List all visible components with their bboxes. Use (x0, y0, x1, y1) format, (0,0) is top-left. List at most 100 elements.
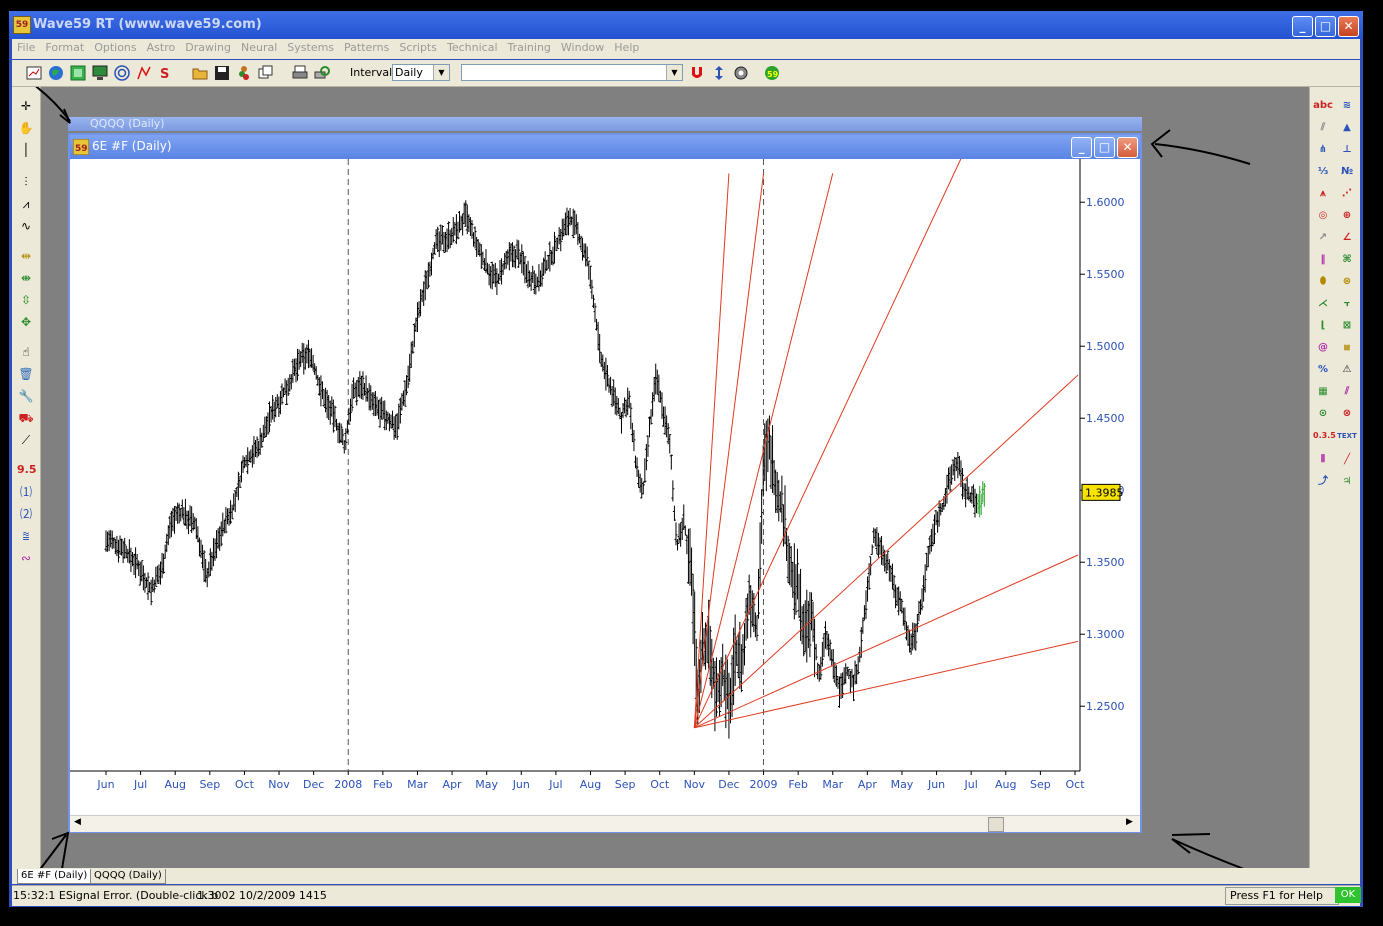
monitor-icon[interactable] (92, 65, 108, 81)
print-preview-icon[interactable] (314, 65, 330, 81)
ruler-icon[interactable]: ⟋ (17, 431, 35, 449)
expand-v-icon[interactable]: ⇳ (17, 291, 35, 309)
cycle-icon[interactable]: ∾ (17, 549, 35, 567)
text-abc-icon[interactable]: abc (1313, 97, 1333, 115)
status-message[interactable]: 15:32:1 ESignal Error. (Double-click b (13, 889, 218, 902)
compress-h-icon[interactable]: ⇼ (17, 269, 35, 287)
spiral-icon[interactable]: @ (1313, 339, 1333, 357)
scroll-thumb[interactable] (988, 817, 1004, 832)
vertical-line-icon[interactable]: │ (17, 141, 35, 159)
percent-icon[interactable]: % (1313, 361, 1333, 379)
vertical-arrows-icon[interactable] (711, 65, 727, 81)
hand-icon[interactable]: ✋ (17, 119, 35, 137)
symbol-select[interactable]: ▼ (461, 64, 683, 81)
truck-icon[interactable]: ⛟ (17, 409, 35, 427)
circle-target-icon[interactable]: ◎ (1313, 207, 1333, 225)
menu-neural[interactable]: Neural (236, 39, 282, 54)
trendline-icon[interactable]: ╱ (1337, 451, 1357, 469)
channel-icon[interactable]: ⫽ (1337, 383, 1357, 401)
zigzag-icon[interactable]: ⩚ (1313, 185, 1333, 203)
wave-count-icon[interactable]: 9.5 (17, 461, 37, 479)
new-chart-icon[interactable] (26, 65, 42, 81)
settings-icon[interactable] (733, 65, 749, 81)
projection-icon[interactable]: ⤴ (1313, 473, 1333, 491)
bars-icon[interactable]: ⫶ (17, 173, 35, 191)
chart-minimize-button[interactable]: _ (1071, 137, 1092, 158)
drawing-tool-icon[interactable] (136, 65, 152, 81)
ellipse-fill-icon[interactable]: ⬮ (1313, 273, 1333, 291)
parallel-lines-icon[interactable]: ⫽ (1313, 119, 1333, 137)
qqqq-window-titlebar[interactable]: QQQQ (Daily) (68, 117, 1142, 131)
horizontal-scrollbar[interactable]: ◀ ▶ (70, 815, 1140, 832)
label-123-icon[interactable]: ⅓ (1313, 163, 1333, 181)
pattern-icon[interactable]: ⩰ (17, 527, 35, 545)
text-label-icon[interactable]: TEXT (1337, 427, 1357, 445)
minimize-button[interactable]: _ (1292, 16, 1313, 37)
chevron-down-icon[interactable]: ▼ (666, 65, 682, 80)
menu-systems[interactable]: Systems (282, 39, 339, 54)
square-nine-icon[interactable]: ⌘ (1337, 251, 1357, 269)
app-titlebar[interactable]: 59 Wave59 RT (www.wave59.com) _ □ ✕ (9, 11, 1363, 39)
trend-icon[interactable]: ↗ (1313, 229, 1333, 247)
menu-file[interactable]: File (12, 39, 40, 54)
windows-icon[interactable] (258, 65, 274, 81)
open-folder-icon[interactable] (192, 65, 208, 81)
wave-label-2-icon[interactable]: ⑵ (17, 505, 35, 523)
tab-qqqq-daily[interactable]: QQQQ (Daily) (90, 869, 166, 884)
andrews-pitchfork-icon[interactable]: ⋔ (1313, 141, 1333, 159)
ellipse-icon[interactable]: ⊕ (1337, 207, 1357, 225)
expand-h-icon[interactable]: ⇹ (17, 247, 35, 265)
interval-select[interactable]: Daily ▼ (392, 64, 450, 81)
menu-patterns[interactable]: Patterns (339, 39, 394, 54)
trash-icon[interactable]: 🗑 (17, 365, 35, 383)
fib-retrace-icon[interactable]: ≋ (1337, 97, 1357, 115)
number-label-icon[interactable]: 0.3.5 (1313, 427, 1336, 445)
save-icon[interactable] (214, 65, 230, 81)
chart-maximize-button[interactable]: □ (1094, 137, 1115, 158)
magnet-icon[interactable] (689, 65, 705, 81)
crosshair-icon[interactable]: ✛ (17, 97, 35, 115)
line-chart-icon[interactable]: ∿ (17, 217, 35, 235)
arrow-up-icon[interactable]: ▲ (1337, 119, 1357, 137)
menu-options[interactable]: Options (89, 39, 141, 54)
pointer-icon[interactable]: ☝ (17, 343, 35, 361)
grid-icon[interactable] (70, 65, 86, 81)
menu-scripts[interactable]: Scripts (394, 39, 442, 54)
label-n123-icon[interactable]: № (1337, 163, 1357, 181)
compress-v-icon[interactable]: ✥ (17, 313, 35, 331)
angle-icon[interactable]: ∠ (1337, 229, 1357, 247)
scroll-left-icon[interactable]: ◀ (74, 817, 81, 827)
triangle-icon[interactable]: ⚠ (1337, 361, 1357, 379)
stack-icon[interactable] (236, 65, 252, 81)
wave-label-1-icon[interactable]: ⑴ (17, 483, 35, 501)
target-icon[interactable] (114, 65, 130, 81)
chevron-down-icon[interactable]: ▼ (433, 65, 449, 80)
price-chart[interactable]: 1.60001.55001.50001.45001.40001.35001.30… (70, 159, 1140, 815)
script-icon[interactable]: S (158, 65, 174, 81)
grid-table-icon[interactable]: ▦ (1313, 383, 1333, 401)
clock-icon[interactable]: ⊙ (1313, 405, 1333, 423)
wave-pattern-icon[interactable]: ⩏ (1337, 339, 1357, 357)
menu-window[interactable]: Window (556, 39, 609, 54)
gann-fan-icon[interactable]: ⋌ (1313, 295, 1333, 313)
box-icon[interactable]: ⊠ (1337, 317, 1357, 335)
menu-drawing[interactable]: Drawing (180, 39, 236, 54)
wrench-icon[interactable]: 🔧 (17, 387, 35, 405)
globe-icon[interactable] (48, 65, 64, 81)
wave59-logo-icon[interactable]: 59 (764, 65, 780, 81)
candles-icon[interactable]: ⩘ (17, 195, 35, 213)
maximize-button[interactable]: □ (1315, 16, 1336, 37)
gann-wheel-icon[interactable]: ⊛ (1337, 273, 1357, 291)
menu-format[interactable]: Format (40, 39, 89, 54)
time-lines-icon[interactable]: ‖ (1313, 251, 1333, 269)
stop-icon[interactable]: ⊗ (1337, 405, 1357, 423)
menu-training[interactable]: Training (503, 39, 556, 54)
fan-icon[interactable]: ⋰ (1337, 185, 1357, 203)
menu-help[interactable]: Help (609, 39, 644, 54)
cycle-lines-icon[interactable]: ⦀ (1313, 451, 1333, 469)
scroll-right-icon[interactable]: ▶ (1126, 817, 1133, 827)
print-icon[interactable] (292, 65, 308, 81)
label-l2-icon[interactable]: ⌊ (1313, 317, 1333, 335)
menu-astro[interactable]: Astro (142, 39, 181, 54)
chart-window-titlebar[interactable]: 59 6E #F (Daily) _ □ ✕ (70, 135, 1140, 159)
